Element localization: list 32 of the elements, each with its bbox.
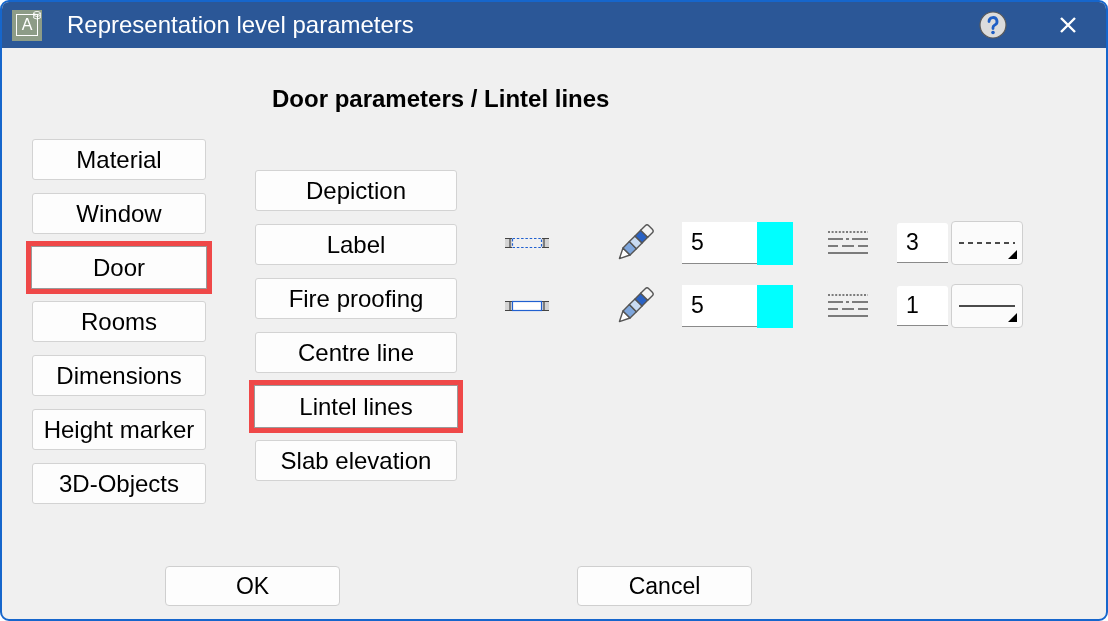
- category-button[interactable]: Dimensions: [32, 355, 206, 396]
- help-icon[interactable]: [979, 11, 1007, 39]
- category-button[interactable]: Rooms: [32, 301, 206, 342]
- category-button[interactable]: Depiction: [255, 170, 457, 211]
- line-style-dropdown[interactable]: [951, 284, 1023, 328]
- category-button[interactable]: Lintel lines: [249, 380, 463, 433]
- category-button[interactable]: Door: [26, 241, 212, 294]
- category-button[interactable]: Centre line: [255, 332, 457, 373]
- category-button[interactable]: Label: [255, 224, 457, 265]
- app-logo: A: [12, 9, 42, 41]
- line-type-field[interactable]: 1: [897, 286, 948, 326]
- category-button[interactable]: Window: [32, 193, 206, 234]
- color-swatch-icon[interactable]: [757, 221, 793, 265]
- pen-field[interactable]: 5: [682, 285, 757, 327]
- triangle-icon: [1008, 313, 1017, 322]
- line-style-dropdown[interactable]: [951, 221, 1023, 265]
- dialog-button[interactable]: OK: [165, 566, 340, 606]
- line-styles-icon: [828, 293, 868, 319]
- close-icon[interactable]: [1059, 16, 1077, 34]
- category-button[interactable]: 3D-Objects: [32, 463, 206, 504]
- section-heading: Door parameters / Lintel lines: [272, 85, 610, 113]
- dialog-button[interactable]: Cancel: [577, 566, 752, 606]
- color-swatch-icon[interactable]: [757, 284, 793, 328]
- category-button[interactable]: Fire proofing: [255, 278, 457, 319]
- category-button[interactable]: Slab elevation: [255, 440, 457, 481]
- category-button[interactable]: Height marker: [32, 409, 206, 450]
- triangle-icon: [1008, 250, 1017, 259]
- line-styles-icon: [828, 230, 868, 256]
- line-type-field[interactable]: 3: [897, 223, 948, 263]
- window-title: Representation level parameters: [67, 13, 414, 37]
- pen-field[interactable]: 5: [682, 222, 757, 264]
- category-button[interactable]: Material: [32, 139, 206, 180]
